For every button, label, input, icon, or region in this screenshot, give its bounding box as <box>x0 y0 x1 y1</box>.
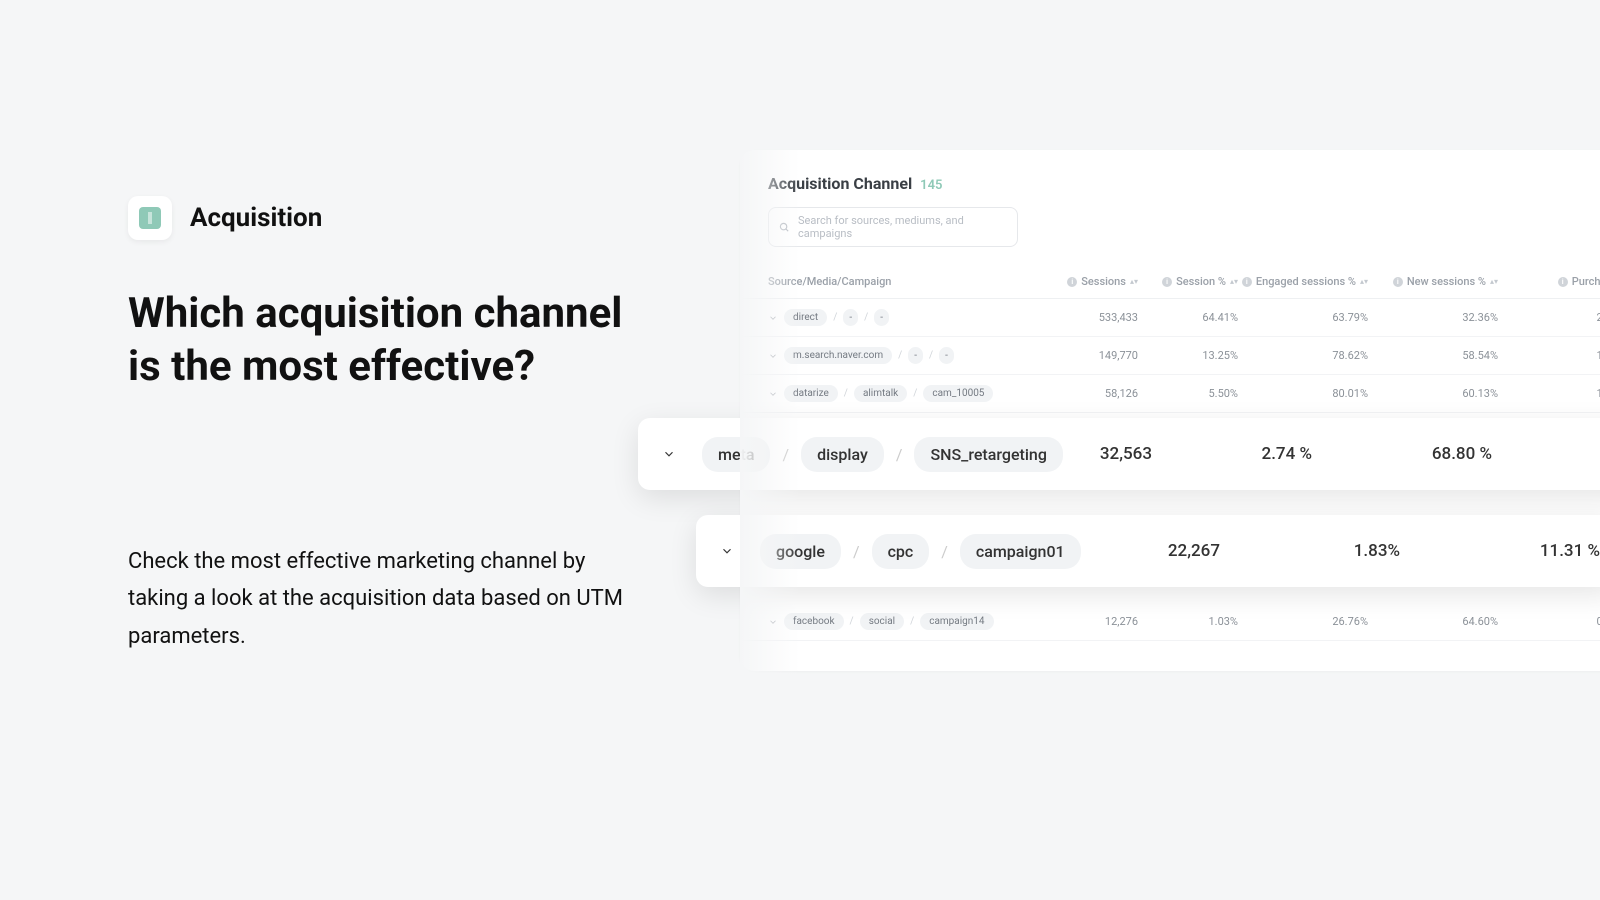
utm-medium-pill: cpc <box>872 534 930 569</box>
col-source[interactable]: Source/Media/Campaign <box>768 275 891 288</box>
chevron-down-icon <box>662 447 676 461</box>
utm-source-pill: meta <box>702 437 770 472</box>
page-headline: Which acquisition channel is the most ef… <box>128 288 648 393</box>
acquisition-panel: Acquisition Channel 145 Search for sourc… <box>740 150 1600 671</box>
info-icon: i <box>1242 277 1252 287</box>
panel-title: Acquisition Channel <box>768 174 912 193</box>
metric-sessions: 22,267 <box>1060 541 1220 561</box>
app-label: Acquisition <box>190 203 322 233</box>
metric-engaged: 68.80 % <box>1312 444 1492 464</box>
col-session-pct[interactable]: Session % <box>1176 275 1226 288</box>
metric-sessions: 32,563 <box>1022 444 1152 464</box>
info-icon: i <box>1162 277 1172 287</box>
metric-engaged: 11.31 % <box>1400 541 1600 561</box>
col-purchase[interactable]: Purchase <box>1572 275 1600 288</box>
page-body: Check the most effective marketing chann… <box>128 543 648 655</box>
col-engaged[interactable]: Engaged sessions % <box>1256 275 1356 288</box>
highlight-row-meta[interactable]: meta/ display/ SNS_retargeting 32,563 2.… <box>638 418 1600 490</box>
metric-session-pct: 2.74 % <box>1152 444 1312 464</box>
col-new[interactable]: New sessions % <box>1407 275 1486 288</box>
chevron-down-icon <box>720 544 734 558</box>
col-sessions[interactable]: Sessions <box>1081 275 1126 288</box>
chevron-down-icon <box>768 351 778 361</box>
search-placeholder: Search for sources, mediums, and campaig… <box>798 214 1007 240</box>
info-icon: i <box>1558 277 1568 287</box>
sort-icon[interactable]: ▴▾ <box>1130 280 1138 284</box>
sort-icon[interactable]: ▴▾ <box>1230 280 1238 284</box>
metric-new: 76.51 <box>1492 444 1600 464</box>
chevron-down-icon <box>768 313 778 323</box>
sort-icon[interactable]: ▴▾ <box>1490 280 1498 284</box>
utm-medium-pill: display <box>801 437 884 472</box>
metric-session-pct: 1.83% <box>1220 541 1400 561</box>
table-row[interactable]: m.search.naver.com/ -/ - 149,770 13.25% … <box>740 337 1600 375</box>
table-row[interactable]: direct/ -/ - 533,433 64.41% 63.79% 32.36… <box>740 299 1600 337</box>
info-icon: i <box>1067 277 1077 287</box>
table-row[interactable]: datarize/ alimtalk/ cam_10005 58,126 5.5… <box>740 375 1600 413</box>
sort-icon[interactable]: ▴▾ <box>1360 280 1368 284</box>
search-input[interactable]: Search for sources, mediums, and campaig… <box>768 207 1018 247</box>
highlight-row-google[interactable]: google/ cpc/ campaign01 22,267 1.83% 11.… <box>696 515 1600 587</box>
app-icon <box>128 196 172 240</box>
chevron-down-icon <box>768 389 778 399</box>
chevron-down-icon <box>768 617 778 627</box>
info-icon: i <box>1393 277 1403 287</box>
table-row[interactable]: facebook/ social/ campaign14 12,276 1.03… <box>740 603 1600 641</box>
search-icon <box>779 222 790 233</box>
panel-count: 145 <box>920 178 942 193</box>
utm-source-pill: google <box>760 534 841 569</box>
